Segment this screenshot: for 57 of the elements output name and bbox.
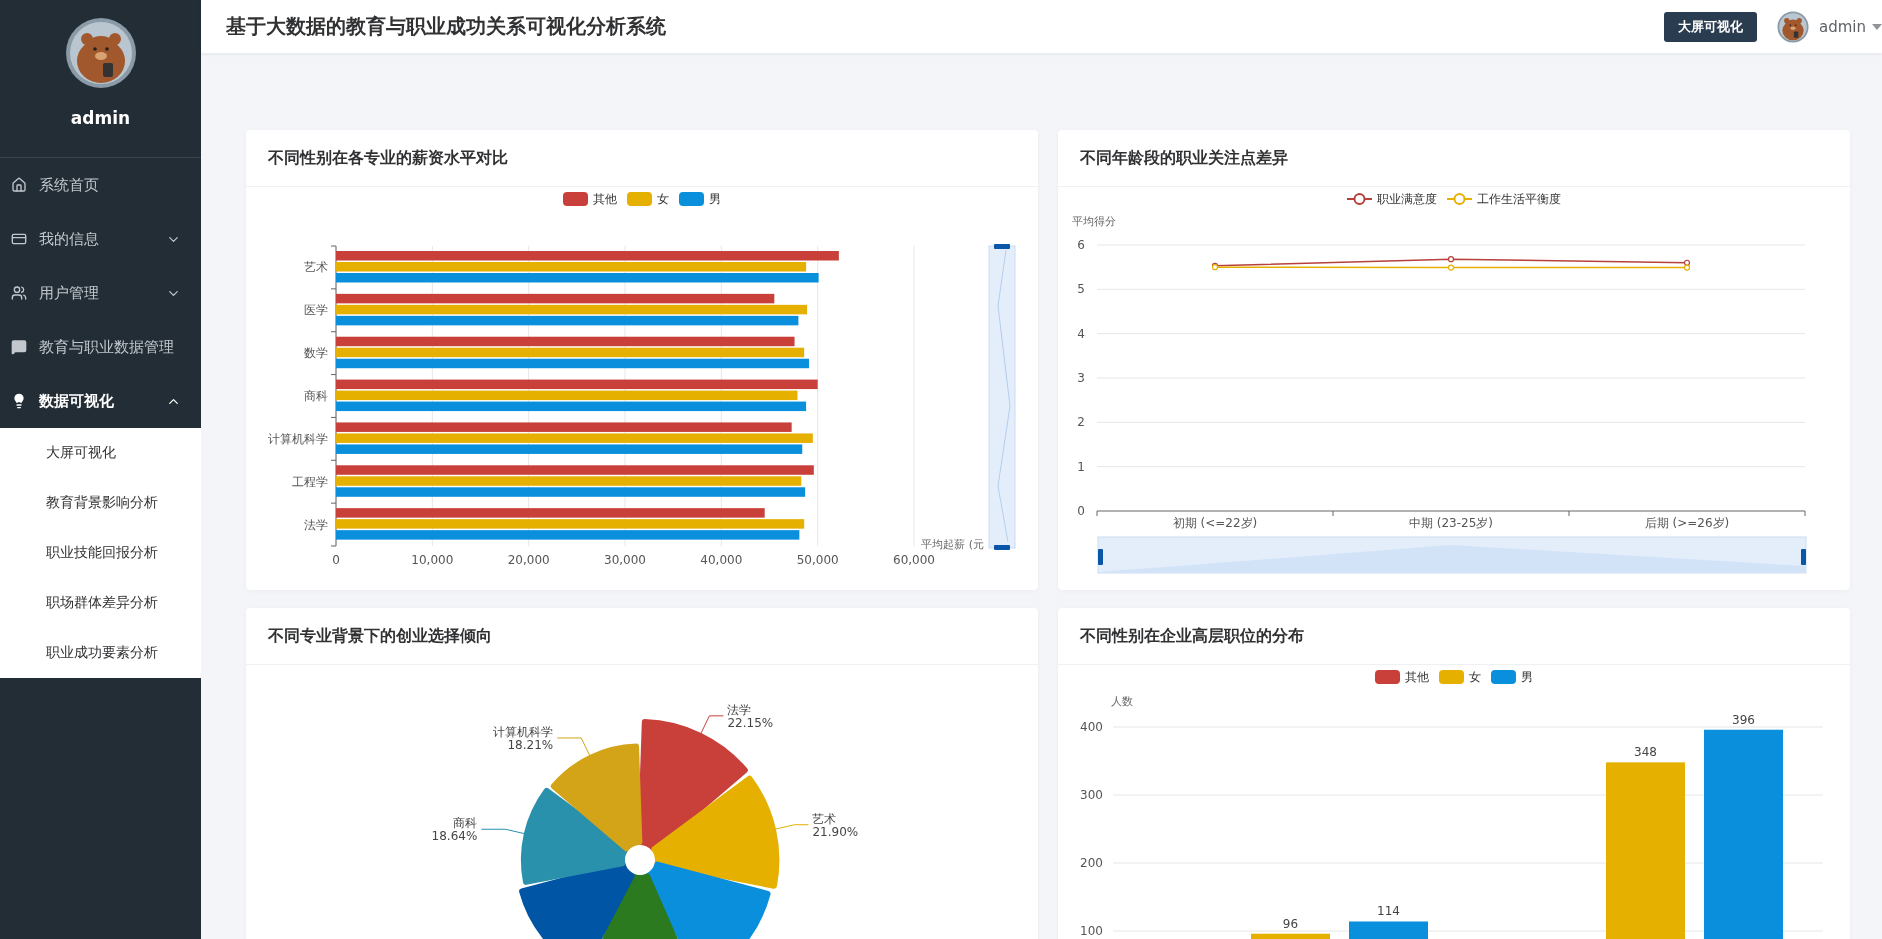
tick-label: 2 <box>1077 415 1085 430</box>
tick-label: 3 <box>1077 371 1085 385</box>
tick-label: 30,000 <box>604 553 646 567</box>
legend-label: 职业满意度 <box>1377 190 1437 208</box>
legend-label: 男 <box>1521 668 1533 686</box>
category-label: 艺术 <box>304 260 328 275</box>
tick-label: 1 <box>1077 459 1085 474</box>
category-label: 初期 (<=22岁) <box>1172 516 1258 530</box>
legend-label: 女 <box>657 190 669 208</box>
category-label: 医学 <box>304 303 328 318</box>
tick-label: 60,000 <box>893 553 935 567</box>
slice-value: 18.64% <box>431 829 478 844</box>
legend-label: 工作生活平衡度 <box>1477 190 1561 208</box>
card-title: 不同性别在企业高层职位的分布 <box>1080 625 1304 647</box>
bar-value: 396 <box>1732 712 1755 727</box>
user-name: admin <box>70 108 131 128</box>
slice-value: 22.15% <box>727 715 774 730</box>
slice-label: 法学 <box>727 702 752 717</box>
legend-label: 女 <box>1469 668 1481 686</box>
tick-label: 200 <box>1080 856 1103 870</box>
tick-label: 300 <box>1080 788 1103 802</box>
legend-label: 其他 <box>593 190 617 208</box>
slice-value: 21.90% <box>812 824 859 839</box>
card-title: 不同专业背景下的创业选择倾向 <box>268 625 492 647</box>
category-label: 法学 <box>304 517 328 532</box>
tick-label: 50,000 <box>796 553 839 567</box>
bar-value: 96 <box>1282 916 1299 931</box>
axis-label: 平均起薪 (元 <box>921 538 984 551</box>
legend-label: 男 <box>709 190 721 208</box>
slice-label: 商科 <box>453 816 478 831</box>
tick-label: 40,000 <box>700 553 743 567</box>
tick-label: 100 <box>1080 924 1103 938</box>
tick-label: 400 <box>1080 720 1103 734</box>
bar-value: 348 <box>1634 745 1657 760</box>
axis-label: 人数 <box>1111 695 1133 708</box>
slice-label: 艺术 <box>812 811 837 826</box>
page-title: 基于大数据的教育与职业成功关系可视化分析系统 <box>226 13 667 40</box>
tick-label: 4 <box>1077 326 1085 341</box>
legend-label: 其他 <box>1405 668 1429 686</box>
tick-label: 5 <box>1077 282 1085 297</box>
slice-value: 18.21% <box>507 737 554 752</box>
tick-label: 0 <box>332 553 340 567</box>
category-label: 中期 (23-25岁) <box>1409 516 1493 530</box>
tick-label: 10,000 <box>411 553 454 567</box>
axis-label: 平均得分 <box>1072 215 1116 228</box>
category-label: 商科 <box>304 389 328 403</box>
tick-label: 20,000 <box>507 553 550 567</box>
card-title: 不同年龄段的职业关注点差异 <box>1080 147 1288 169</box>
bar-value: 114 <box>1377 904 1400 919</box>
tick-label: 0 <box>1077 504 1085 518</box>
category-label: 后期 (>=26岁) <box>1644 516 1730 530</box>
slice-label: 计算机科学 <box>493 724 554 739</box>
category-label: 计算机科学 <box>268 431 328 446</box>
category-label: 工程学 <box>292 474 328 489</box>
tick-label: 6 <box>1077 238 1085 252</box>
card-title: 不同性别在各专业的薪资水平对比 <box>268 147 508 169</box>
category-label: 数学 <box>304 346 328 361</box>
